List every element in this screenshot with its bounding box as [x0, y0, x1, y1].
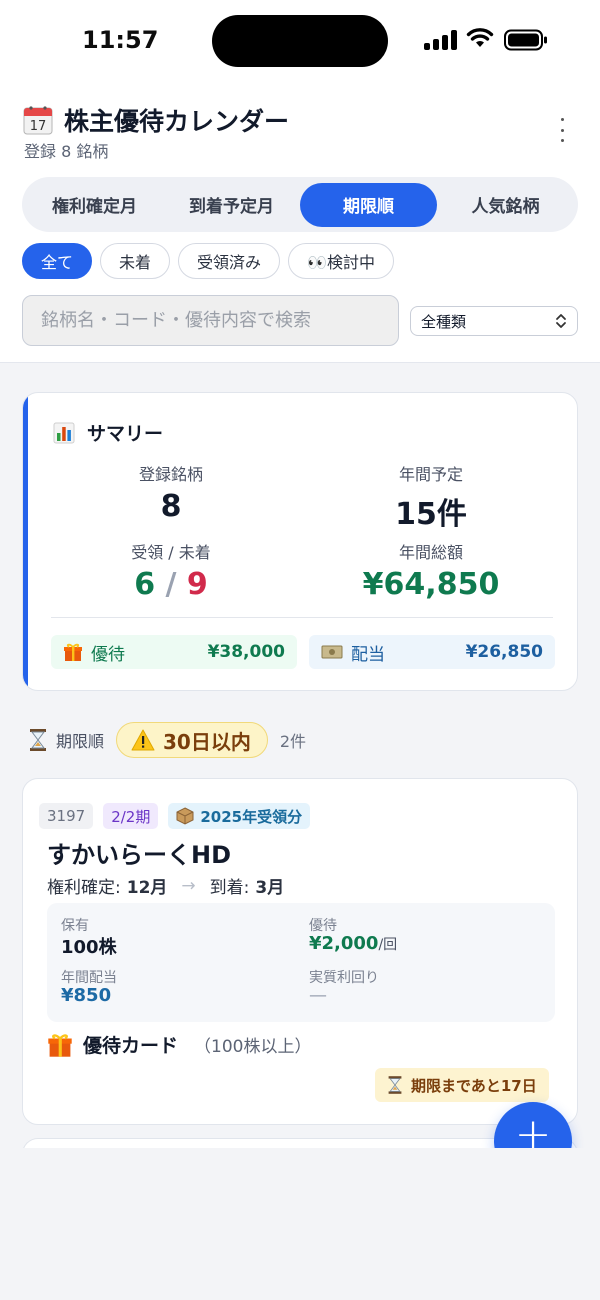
yutai-per-value: ¥2,000/回 [309, 933, 397, 954]
tab-rights-month[interactable]: 権利確定月 [26, 183, 163, 227]
stat-annual-planned-value: 15件 [395, 497, 467, 532]
within-30-days-badge: 30日以内 [116, 722, 268, 758]
not-arrived-count: 9 [186, 567, 208, 602]
badge-label: 30日以内 [163, 729, 251, 754]
signal-icon [424, 30, 458, 50]
gift-icon [64, 643, 82, 661]
stat-annual-total-value: ¥64,850 [362, 567, 500, 602]
filter-not-arrived[interactable]: 未着 [100, 243, 171, 279]
yutai-per-label: 優待 [309, 918, 337, 934]
section-count: 2件 [279, 732, 307, 751]
stat-registered-value: 8 [160, 489, 182, 524]
bottom-area [0, 1148, 600, 1300]
more-menu-icon[interactable] [552, 118, 572, 142]
package-icon [176, 807, 194, 825]
summary-card: サマリー 登録銘柄 8 年間予定 15件 受領 / 未着 6 / 9 年間総額 … [22, 392, 578, 691]
title-row: 17 株主優待カレンダー [22, 102, 289, 138]
stat-received-label: 受領 / 未着 [131, 543, 211, 562]
real-yield-label: 実質利回り [309, 970, 379, 986]
deadline-section-header: 期限順 30日以内 2件 [28, 722, 306, 758]
app-subtitle: 登録 8 銘柄 [24, 142, 109, 161]
holding-value: 100株 [61, 937, 117, 958]
calendar-icon: 17 [23, 106, 53, 135]
stock-code-tag: 3197 [39, 803, 94, 829]
gift-icon [48, 1033, 72, 1057]
stat-annual-planned: 年間予定 15件 [331, 461, 531, 533]
money-icon [321, 645, 343, 659]
tab-arrival-month[interactable]: 到着予定月 [163, 183, 300, 227]
stock-name: すかいらーくHD [47, 841, 232, 869]
summary-title-row: サマリー [53, 419, 163, 446]
stock-tags: 3197 2/2期 2025年受領分 [39, 803, 311, 829]
summary-accent [23, 393, 28, 690]
dividend-label: 配当 [351, 644, 385, 665]
dynamic-island [212, 15, 388, 67]
plus-icon: + [514, 1108, 552, 1149]
battery-icon [504, 29, 547, 51]
yutai-amount: ¥2,000 [309, 933, 379, 954]
annual-dividend-label: 年間配当 [61, 970, 117, 986]
stat-annual-total-label: 年間総額 [398, 543, 463, 562]
app-title: 株主優待カレンダー [64, 107, 290, 136]
hourglass-icon [30, 729, 46, 751]
stat-registered: 登録銘柄 8 [71, 461, 271, 524]
type-select[interactable]: 全種類 [410, 306, 578, 336]
rights-month: 12月 [126, 878, 168, 898]
stock-info-box: 保有 100株 優待 ¥2,000/回 年間配当 ¥850 実質利回り — [47, 903, 555, 1022]
tab-deadline[interactable]: 期限順 [300, 182, 437, 227]
summary-divider [51, 617, 553, 618]
yutai-label: 優待 [91, 644, 125, 665]
add-stock-button[interactable]: + [494, 1102, 572, 1148]
stat-registered-label: 登録銘柄 [138, 465, 203, 484]
annual-dividend-value: ¥850 [61, 985, 112, 1006]
section-label: 期限順 [56, 732, 105, 751]
yutai-total-value: ¥38,000 [207, 642, 285, 662]
hourglass-icon [388, 1076, 402, 1094]
status-bar: 11:57 [0, 0, 600, 80]
filter-all[interactable]: 全て [22, 243, 93, 279]
view-tabs: 権利確定月 到着予定月 期限順 人気銘柄 [22, 177, 578, 232]
stat-annual-total: 年間総額 ¥64,850 [331, 539, 531, 602]
stock-card[interactable]: 3197 2/2期 2025年受領分 すかいらーくHD 権利確定: 12月 → … [22, 778, 578, 1125]
stat-annual-planned-label: 年間予定 [398, 465, 463, 484]
fab-container: + [470, 1080, 600, 1148]
svg-text:17: 17 [30, 119, 47, 134]
benefit-row: 優待カード （100株以上） [47, 1031, 311, 1058]
yutai-unit: /回 [378, 937, 398, 953]
search-input[interactable] [22, 295, 399, 346]
holding-label: 保有 [61, 918, 89, 934]
arrival-month: 3月 [255, 878, 285, 898]
filter-considering[interactable]: 👀検討中 [288, 243, 394, 279]
app-header: 17 株主優待カレンダー 登録 8 銘柄 権利確定月 到着予定月 期限順 人気銘… [0, 80, 600, 363]
stat-received: 受領 / 未着 6 / 9 [71, 539, 271, 602]
arrival-label: 到着: [209, 878, 250, 898]
rights-arrival-row: 権利確定: 12月 → 到着: 3月 [47, 873, 285, 899]
yutai-total-pill: 優待 ¥38,000 [51, 635, 297, 669]
real-yield-value: — [309, 985, 327, 1006]
received-count: 6 [134, 567, 156, 602]
type-select-value: 全種類 [421, 312, 467, 331]
wifi-icon [466, 28, 494, 47]
bar-chart-icon [53, 422, 75, 443]
benefit-name: 優待カード [83, 1035, 179, 1057]
term-tag: 2/2期 [103, 803, 159, 829]
received-year-tag: 2025年受領分 [168, 803, 311, 829]
tab-popular[interactable]: 人気銘柄 [437, 183, 574, 227]
benefit-condition: （100株以上） [194, 1037, 312, 1057]
dividend-total-value: ¥26,850 [465, 642, 543, 662]
filter-received[interactable]: 受領済み [178, 243, 281, 279]
chevron-updown-icon [556, 314, 566, 328]
dividend-total-pill: 配当 ¥26,850 [309, 635, 555, 669]
status-time: 11:57 [82, 26, 159, 54]
rights-label: 権利確定: [47, 878, 121, 898]
warning-icon [131, 729, 155, 751]
stat-received-value: 6 / 9 [134, 567, 208, 602]
arrow-right-icon: → [181, 875, 196, 896]
status-filters: 全て 未着 受領済み 👀検討中 [22, 243, 394, 279]
received-year-label: 2025年受領分 [200, 807, 303, 826]
summary-title: サマリー [87, 423, 164, 445]
